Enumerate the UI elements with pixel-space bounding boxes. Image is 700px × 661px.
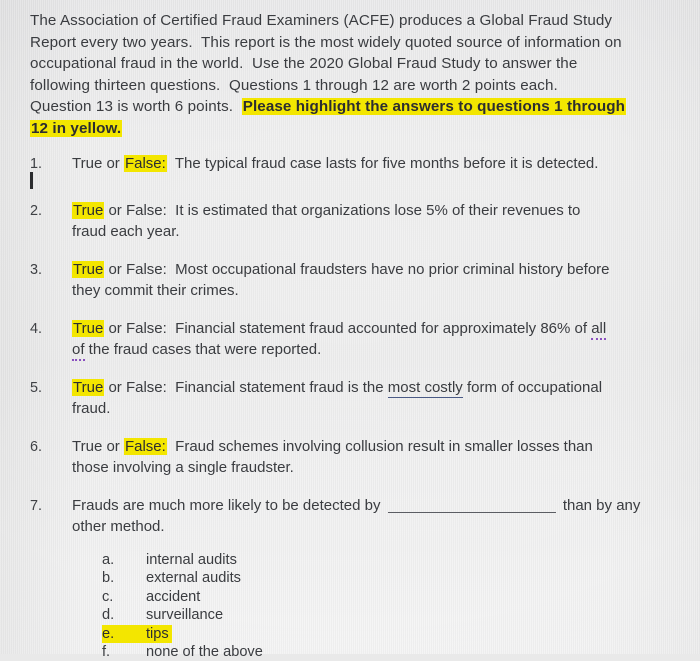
option-a-text: internal audits bbox=[146, 552, 237, 568]
option-d[interactable]: d. surveillance bbox=[102, 606, 678, 624]
question-2-number: 2. bbox=[30, 203, 43, 219]
intro-line-1: The Association of Certified Fraud Exami… bbox=[30, 12, 613, 29]
document-content: The Association of Certified Fraud Exami… bbox=[0, 0, 700, 661]
question-7: 7. Frauds are much more likely to be det… bbox=[30, 495, 678, 537]
question-2-line-2: fraud each year. bbox=[72, 223, 180, 240]
question-7-line-2: other method. bbox=[72, 518, 165, 535]
question-6-line-2: those involving a single fraudster. bbox=[72, 459, 294, 476]
option-a-letter: a. bbox=[102, 552, 115, 568]
option-c-letter: c. bbox=[102, 588, 114, 605]
question-7-line-1: Frauds are much more likely to be detect… bbox=[72, 495, 672, 516]
question-7-post: than by any bbox=[558, 497, 641, 514]
text-cursor-caret bbox=[30, 172, 33, 189]
question-3-number: 3. bbox=[30, 262, 43, 278]
option-f[interactable]: f. none of the above bbox=[102, 643, 678, 661]
option-b[interactable]: b. external audits bbox=[102, 569, 678, 587]
question-4: 4. True or False: Financial statement fr… bbox=[30, 318, 678, 361]
question-1-number: 1. bbox=[30, 156, 43, 172]
question-5-line-2: fraud. bbox=[72, 400, 111, 417]
question-5-underlined-phrase: most costly bbox=[387, 379, 463, 398]
intro-line-2: Report every two years. This report is t… bbox=[30, 33, 622, 51]
question-6: 6. True or False: Fraud schemes involvin… bbox=[30, 436, 678, 478]
question-4-number: 4. bbox=[30, 321, 43, 337]
question-5: 5. True or False: Financial statement fr… bbox=[30, 377, 678, 419]
question-2-post: or False: It is estimated that organizat… bbox=[104, 202, 581, 219]
option-e-letter: e. bbox=[102, 624, 146, 644]
option-e-text: tips bbox=[146, 624, 172, 644]
question-7-fill-in-blank[interactable] bbox=[387, 512, 556, 513]
question-6-post: Fraud schemes involving collusion result… bbox=[166, 438, 593, 455]
question-6-line-1: True or False: Fraud schemes involving c… bbox=[72, 436, 672, 457]
option-b-letter: b. bbox=[102, 570, 115, 587]
question-5-answer-highlight: True bbox=[72, 379, 105, 396]
question-6-pre: True or bbox=[72, 438, 124, 455]
option-d-text: surveillance bbox=[146, 607, 224, 624]
option-b-text: external audits bbox=[146, 570, 241, 587]
question-1-post: The typical fraud case lasts for five mo… bbox=[166, 155, 599, 172]
intro-paragraph: The Association of Certified Fraud Exami… bbox=[30, 10, 675, 139]
question-6-body: True or False: Fraud schemes involving c… bbox=[72, 436, 672, 478]
question-7-body: Frauds are much more likely to be detect… bbox=[72, 495, 672, 537]
option-d-letter: d. bbox=[102, 607, 115, 624]
intro-line-3: occupational fraud in the world. Use the… bbox=[30, 55, 578, 72]
intro-line-5: Question 13 is worth 6 points. Please hi… bbox=[30, 96, 675, 118]
option-e[interactable]: e. tips bbox=[102, 624, 678, 644]
intro-highlight-part-2: 12 in yellow. bbox=[30, 119, 123, 137]
document-page: The Association of Certified Fraud Exami… bbox=[0, 0, 700, 660]
question-2-body: True or False: It is estimated that orga… bbox=[72, 200, 672, 242]
option-c[interactable]: c. accident bbox=[102, 588, 678, 606]
question-3-body: True or False: Most occupational fraudst… bbox=[72, 259, 672, 301]
option-a[interactable]: a. internal audits bbox=[102, 551, 678, 569]
question-5-post-2: form of occupational bbox=[462, 379, 603, 396]
intro-line-4: following thirteen questions. Questions … bbox=[30, 76, 558, 94]
question-1: 1. True or False: The typical fraud case… bbox=[30, 153, 678, 175]
question-2-line-1: True or False: It is estimated that orga… bbox=[72, 200, 672, 221]
question-1-body: True or False: The typical fraud case la… bbox=[72, 153, 672, 174]
question-1-pre: True or bbox=[72, 155, 124, 172]
option-f-text: none of the above bbox=[146, 644, 263, 661]
question-3-line-2: they commit their crimes. bbox=[72, 282, 239, 299]
question-7-options: a. internal audits b. external audits c.… bbox=[102, 551, 678, 661]
option-f-letter: f. bbox=[102, 644, 111, 661]
question-6-number: 6. bbox=[30, 439, 43, 455]
question-1-line-1: True or False: The typical fraud case la… bbox=[72, 153, 672, 174]
question-4-line-2: of the fraud cases that were reported. bbox=[72, 339, 672, 361]
question-3: 3. True or False: Most occupational frau… bbox=[30, 259, 678, 301]
question-1-answer-highlight: False: bbox=[123, 155, 167, 172]
question-4-answer-highlight: True bbox=[72, 320, 105, 337]
question-5-post: or False: Financial statement fraud is t… bbox=[104, 379, 388, 396]
question-2: 2. True or False: It is estimated that o… bbox=[30, 200, 678, 242]
question-7-number: 7. bbox=[30, 498, 43, 514]
question-4-spellcheck-word-of: of bbox=[72, 341, 85, 361]
question-2-answer-highlight: True bbox=[72, 202, 105, 219]
question-4-body: True or False: Financial statement fraud… bbox=[72, 318, 672, 361]
option-c-text: accident bbox=[146, 588, 201, 605]
question-7-pre: Frauds are much more likely to be detect… bbox=[72, 497, 385, 514]
intro-line-5-plain: Question 13 is worth 6 points. bbox=[30, 98, 242, 115]
question-6-answer-highlight: False: bbox=[123, 438, 167, 455]
question-4-spellcheck-word-all: all bbox=[591, 320, 607, 340]
intro-highlight-part-1: Please highlight the answers to question… bbox=[241, 98, 627, 115]
question-5-line-1: True or False: Financial statement fraud… bbox=[72, 377, 672, 398]
question-4-line-1: True or False: Financial statement fraud… bbox=[72, 318, 672, 340]
question-4-post: or False: Financial statement fraud acco… bbox=[104, 320, 592, 337]
question-list: 1. True or False: The typical fraud case… bbox=[30, 153, 678, 537]
question-3-line-1: True or False: Most occupational fraudst… bbox=[72, 259, 672, 280]
question-3-post: or False: Most occupational fraudsters h… bbox=[104, 261, 610, 278]
intro-line-6: 12 in yellow. bbox=[30, 118, 675, 140]
question-5-body: True or False: Financial statement fraud… bbox=[72, 377, 672, 419]
question-4-line-2-rest: the fraud cases that were reported. bbox=[84, 341, 322, 358]
question-5-number: 5. bbox=[30, 380, 43, 396]
question-3-answer-highlight: True bbox=[72, 261, 105, 278]
